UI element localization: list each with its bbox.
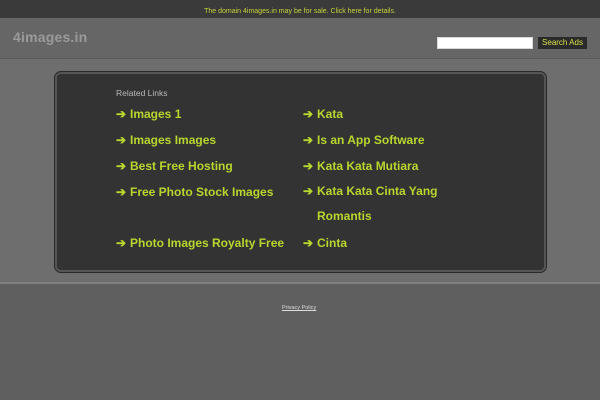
arrow-right-icon: ➔ bbox=[303, 184, 314, 198]
related-link-label: Is an App Software bbox=[317, 133, 425, 147]
header: 4images.in Search Ads bbox=[0, 18, 600, 59]
related-link-label: Images 1 bbox=[130, 107, 182, 121]
related-link[interactable]: ➔ Kata Kata Cinta Yang Romantis bbox=[303, 179, 467, 229]
related-link-label: Kata bbox=[317, 107, 344, 121]
related-link-label: Free Photo Stock Images bbox=[130, 185, 274, 199]
related-link[interactable]: ➔ Best Free Hosting bbox=[116, 159, 233, 173]
search-ads-button[interactable]: Search Ads bbox=[538, 37, 587, 49]
arrow-right-icon: ➔ bbox=[116, 133, 127, 147]
related-link[interactable]: ➔ Cinta bbox=[303, 236, 347, 250]
content-band: Related Links ➔ Images 1 ➔ Images Images ➔… bbox=[0, 59, 600, 284]
related-link-label: Kata Kata Mutiara bbox=[317, 159, 419, 173]
related-link[interactable]: ➔ Photo Images Royalty Free bbox=[116, 236, 284, 250]
arrow-right-icon: ➔ bbox=[116, 159, 127, 173]
domain-sale-bar: The domain 4images.in may be for sale. C… bbox=[0, 0, 600, 18]
privacy-policy-link[interactable]: Privacy Policy bbox=[282, 305, 316, 311]
related-link[interactable]: ➔ Images 1 bbox=[116, 107, 181, 121]
related-link[interactable]: ➔ Images Images bbox=[116, 133, 216, 147]
site-logo[interactable]: 4images.in bbox=[13, 29, 87, 45]
arrow-right-icon: ➔ bbox=[116, 107, 127, 121]
arrow-right-icon: ➔ bbox=[116, 236, 127, 250]
related-links-panel: Related Links ➔ Images 1 ➔ Images Images ➔… bbox=[55, 72, 546, 272]
arrow-right-icon: ➔ bbox=[303, 107, 314, 121]
arrow-right-icon: ➔ bbox=[303, 236, 314, 250]
search-input[interactable] bbox=[437, 37, 533, 49]
related-link-label: Cinta bbox=[317, 236, 347, 250]
arrow-right-icon: ➔ bbox=[116, 185, 127, 199]
related-link[interactable]: ➔ Is an App Software bbox=[303, 133, 425, 147]
arrow-right-icon: ➔ bbox=[303, 159, 314, 173]
related-link-label: Images Images bbox=[130, 133, 217, 147]
related-link-label: Kata Kata Cinta Yang Romantis bbox=[317, 184, 438, 223]
related-link-label: Best Free Hosting bbox=[130, 159, 233, 173]
domain-sale-link[interactable]: The domain 4images.in may be for sale. C… bbox=[204, 8, 396, 15]
related-links-title: Related Links bbox=[116, 88, 168, 98]
related-link[interactable]: ➔ Kata bbox=[303, 107, 343, 121]
related-link[interactable]: ➔ Kata Kata Mutiara bbox=[303, 159, 418, 173]
arrow-right-icon: ➔ bbox=[303, 133, 314, 147]
related-link[interactable]: ➔ Free Photo Stock Images bbox=[116, 185, 273, 199]
related-link-label: Photo Images Royalty Free bbox=[130, 236, 285, 250]
